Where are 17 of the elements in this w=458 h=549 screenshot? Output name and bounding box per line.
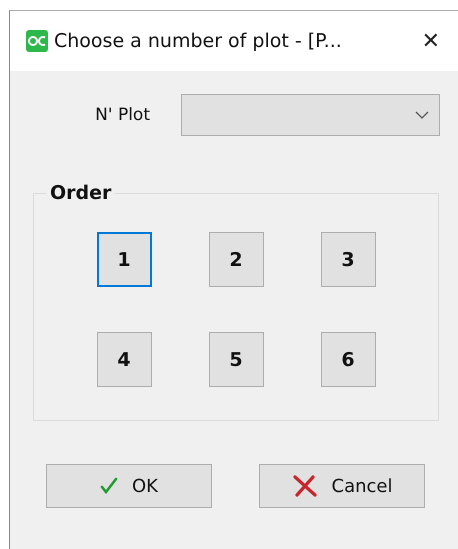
number-button[interactable]: 4 [96,332,152,387]
plot-dropdown[interactable] [181,94,440,136]
number-button[interactable]: 1 [96,232,152,287]
close-button[interactable]: ✕ [418,28,444,54]
cross-icon [292,475,318,497]
cancel-button[interactable]: Cancel [259,464,425,508]
group-title: Order [49,182,112,204]
window-title: Choose a number of plot - [P... [54,30,343,52]
number-button[interactable]: 2 [208,232,264,287]
app-logo-icon [26,30,48,52]
ok-button[interactable]: OK [46,464,212,508]
number-button[interactable]: 6 [320,332,376,387]
number-button[interactable]: 3 [320,232,376,287]
checkmark-icon [100,477,118,495]
number-button[interactable]: 5 [208,332,264,387]
plot-label: N' Plot [94,105,151,125]
chevron-down-icon [415,111,429,119]
